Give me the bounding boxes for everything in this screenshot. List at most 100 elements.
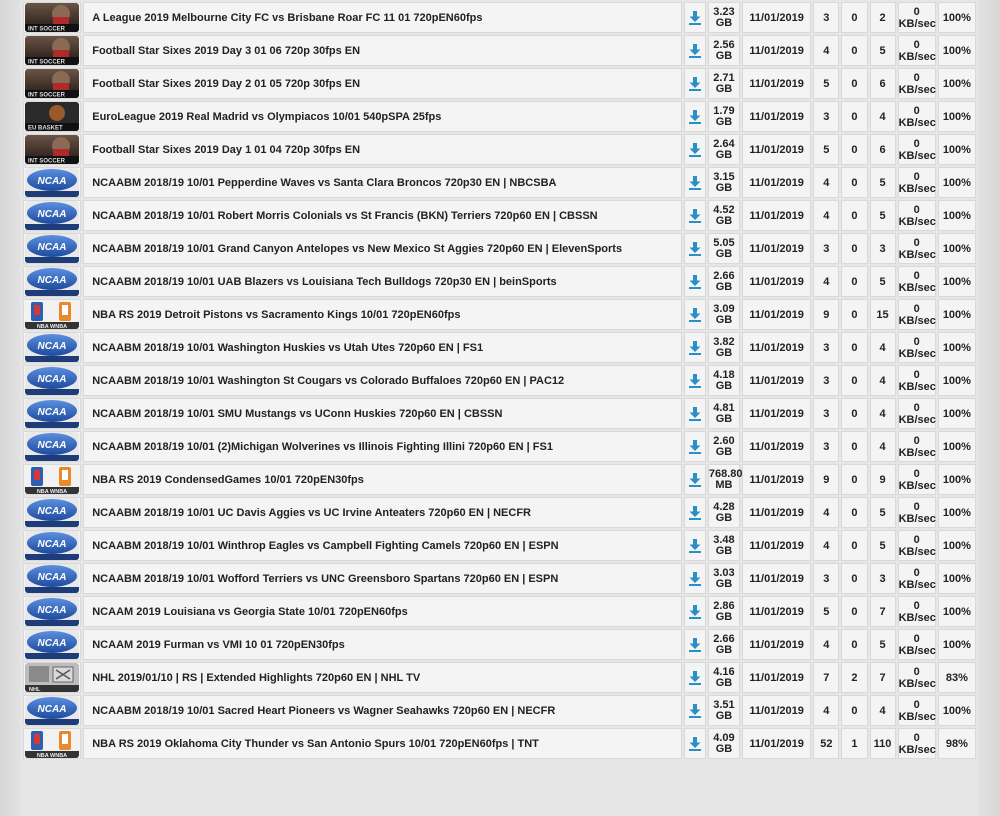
speed-unit: KB/sec — [898, 578, 936, 591]
torrent-name[interactable]: NCAABM 2018/19 10/01 Washington Huskies … — [83, 332, 682, 363]
download-icon[interactable] — [688, 340, 702, 355]
category-thumbnail-soccer[interactable]: INT SOCCER — [25, 3, 80, 32]
download-icon[interactable] — [688, 736, 702, 751]
download-cell — [683, 431, 706, 462]
category-thumbnail-soccer[interactable]: INT SOCCER — [25, 135, 80, 164]
torrent-name[interactable]: NCAABM 2018/19 10/01 Pepperdine Waves vs… — [83, 167, 682, 198]
category-thumbnail-ncaa[interactable]: NCAA — [25, 366, 80, 395]
seeders-cell: 4 — [813, 200, 840, 231]
torrent-name[interactable]: NCAABM 2018/19 10/01 Robert Morris Colon… — [83, 200, 682, 231]
download-icon[interactable] — [688, 175, 702, 190]
torrent-name[interactable]: NCAABM 2018/19 10/01 SMU Mustangs vs UCo… — [83, 398, 682, 429]
category-thumbnail-ncaa[interactable]: NCAA — [25, 564, 80, 593]
category-thumbnail-ncaa[interactable]: NCAA — [25, 432, 80, 461]
category-thumbnail-ncaa[interactable]: NCAA — [25, 234, 80, 263]
category-thumbnail-nba[interactable]: NBA WNBA — [25, 729, 80, 758]
speed-unit: KB/sec — [898, 446, 936, 459]
svg-text:NCAA: NCAA — [38, 341, 67, 352]
svg-text:NCAA: NCAA — [38, 242, 67, 253]
seeders-cell: 4 — [813, 497, 840, 528]
category-thumbnail-ncaa[interactable]: NCAA — [25, 399, 80, 428]
download-icon[interactable] — [688, 406, 702, 421]
download-icon[interactable] — [688, 241, 702, 256]
category-thumbnail-nba[interactable]: NBA WNBA — [25, 300, 80, 329]
seeders-cell: 4 — [813, 695, 840, 726]
category-thumbnail-nba[interactable]: NBA WNBA — [25, 465, 80, 494]
download-cell — [683, 2, 706, 33]
torrent-row: NBA WNBA NBA RS 2019 Oklahoma City Thund… — [23, 728, 976, 759]
torrent-name[interactable]: EuroLeague 2019 Real Madrid vs Olympiaco… — [83, 101, 682, 132]
speed-unit: KB/sec — [898, 17, 936, 30]
torrent-name[interactable]: NCAABM 2018/19 10/01 UC Davis Aggies vs … — [83, 497, 682, 528]
torrent-name[interactable]: NCAABM 2018/19 10/01 Grand Canyon Antelo… — [83, 233, 682, 264]
download-icon[interactable] — [688, 703, 702, 718]
size-cell: 2.86 GB — [707, 596, 740, 627]
torrent-name[interactable]: NBA RS 2019 Detroit Pistons vs Sacrament… — [83, 299, 682, 330]
category-thumbnail-ncaa[interactable]: NCAA — [25, 333, 80, 362]
download-icon[interactable] — [688, 472, 702, 487]
download-icon[interactable] — [688, 439, 702, 454]
torrent-name[interactable]: NBA RS 2019 CondensedGames 10/01 720pEN3… — [83, 464, 682, 495]
torrent-name[interactable]: Football Star Sixes 2019 Day 3 01 06 720… — [83, 35, 682, 66]
torrent-list-body: INT SOCCER A League 2019 Melbourne City … — [23, 2, 976, 759]
torrent-name[interactable]: NBA RS 2019 Oklahoma City Thunder vs San… — [83, 728, 682, 759]
category-cell: NCAA — [23, 431, 82, 462]
size-value: 3.03 — [713, 566, 735, 579]
completed-cell: 4 — [869, 101, 896, 132]
category-thumbnail-soccer[interactable]: INT SOCCER — [25, 69, 80, 98]
category-thumbnail-ncaa[interactable]: NCAA — [25, 498, 80, 527]
torrent-name[interactable]: NCAABM 2018/19 10/01 (2)Michigan Wolveri… — [83, 431, 682, 462]
torrent-name[interactable]: NCAABM 2018/19 10/01 Washington St Couga… — [83, 365, 682, 396]
download-icon[interactable] — [688, 142, 702, 157]
category-thumbnail-ncaa[interactable]: NCAA — [25, 597, 80, 626]
download-icon[interactable] — [688, 10, 702, 25]
size-unit: GB — [715, 214, 733, 227]
download-icon[interactable] — [688, 505, 702, 520]
size-cell: 3.51 GB — [707, 695, 740, 726]
speed-unit: KB/sec — [898, 710, 936, 723]
category-thumbnail-ncaa[interactable]: NCAA — [25, 267, 80, 296]
torrent-name[interactable]: NCAABM 2018/19 10/01 UAB Blazers vs Loui… — [83, 266, 682, 297]
size-unit: MB — [715, 478, 733, 491]
download-icon[interactable] — [688, 76, 702, 91]
category-thumbnail-ncaa[interactable]: NCAA — [25, 168, 80, 197]
torrent-name[interactable]: NCAABM 2018/19 10/01 Sacred Heart Pionee… — [83, 695, 682, 726]
torrent-name[interactable]: A League 2019 Melbourne City FC vs Brisb… — [83, 2, 682, 33]
size-unit: GB — [715, 445, 733, 458]
leechers-cell: 0 — [841, 2, 868, 33]
category-thumbnail-ncaa[interactable]: NCAA — [25, 696, 80, 725]
download-icon[interactable] — [688, 274, 702, 289]
progress-cell: 100% — [937, 200, 976, 231]
svg-text:NBA WNBA: NBA WNBA — [37, 489, 67, 494]
speed-cell: 0 KB/sec — [897, 365, 936, 396]
torrent-name[interactable]: Football Star Sixes 2019 Day 1 01 04 720… — [83, 134, 682, 165]
download-cell — [683, 398, 706, 429]
download-icon[interactable] — [688, 571, 702, 586]
download-icon[interactable] — [688, 373, 702, 388]
download-icon[interactable] — [688, 637, 702, 652]
download-icon[interactable] — [688, 604, 702, 619]
size-unit: GB — [715, 577, 733, 590]
torrent-name[interactable]: NHL 2019/01/10 | RS | Extended Highlight… — [83, 662, 682, 693]
svg-text:EU BASKET: EU BASKET — [28, 126, 63, 132]
progress-cell: 100% — [937, 167, 976, 198]
download-icon[interactable] — [688, 109, 702, 124]
torrent-name[interactable]: Football Star Sixes 2019 Day 2 01 05 720… — [83, 68, 682, 99]
download-icon[interactable] — [688, 307, 702, 322]
torrent-name[interactable]: NCAABM 2018/19 10/01 Winthrop Eagles vs … — [83, 530, 682, 561]
torrent-name[interactable]: NCAAM 2019 Furman vs VMI 10 01 720pEN30f… — [83, 629, 682, 660]
category-thumbnail-basket[interactable]: EU BASKET — [25, 102, 80, 132]
category-thumbnail-ncaa[interactable]: NCAA — [25, 201, 80, 230]
torrent-name[interactable]: NCAAM 2019 Louisiana vs Georgia State 10… — [83, 596, 682, 627]
category-thumbnail-ncaa[interactable]: NCAA — [25, 630, 80, 659]
svg-text:NBA WNBA: NBA WNBA — [37, 324, 67, 329]
download-icon[interactable] — [688, 670, 702, 685]
download-icon[interactable] — [688, 208, 702, 223]
category-thumbnail-nhl[interactable]: NHL — [25, 663, 80, 692]
download-icon[interactable] — [688, 43, 702, 58]
download-icon[interactable] — [688, 538, 702, 553]
torrent-row: NCAA NCAABM 2018/19 10/01 Sacred Heart P… — [23, 695, 976, 726]
category-thumbnail-ncaa[interactable]: NCAA — [25, 531, 80, 560]
category-thumbnail-soccer[interactable]: INT SOCCER — [25, 36, 80, 65]
torrent-name[interactable]: NCAABM 2018/19 10/01 Wofford Terriers vs… — [83, 563, 682, 594]
